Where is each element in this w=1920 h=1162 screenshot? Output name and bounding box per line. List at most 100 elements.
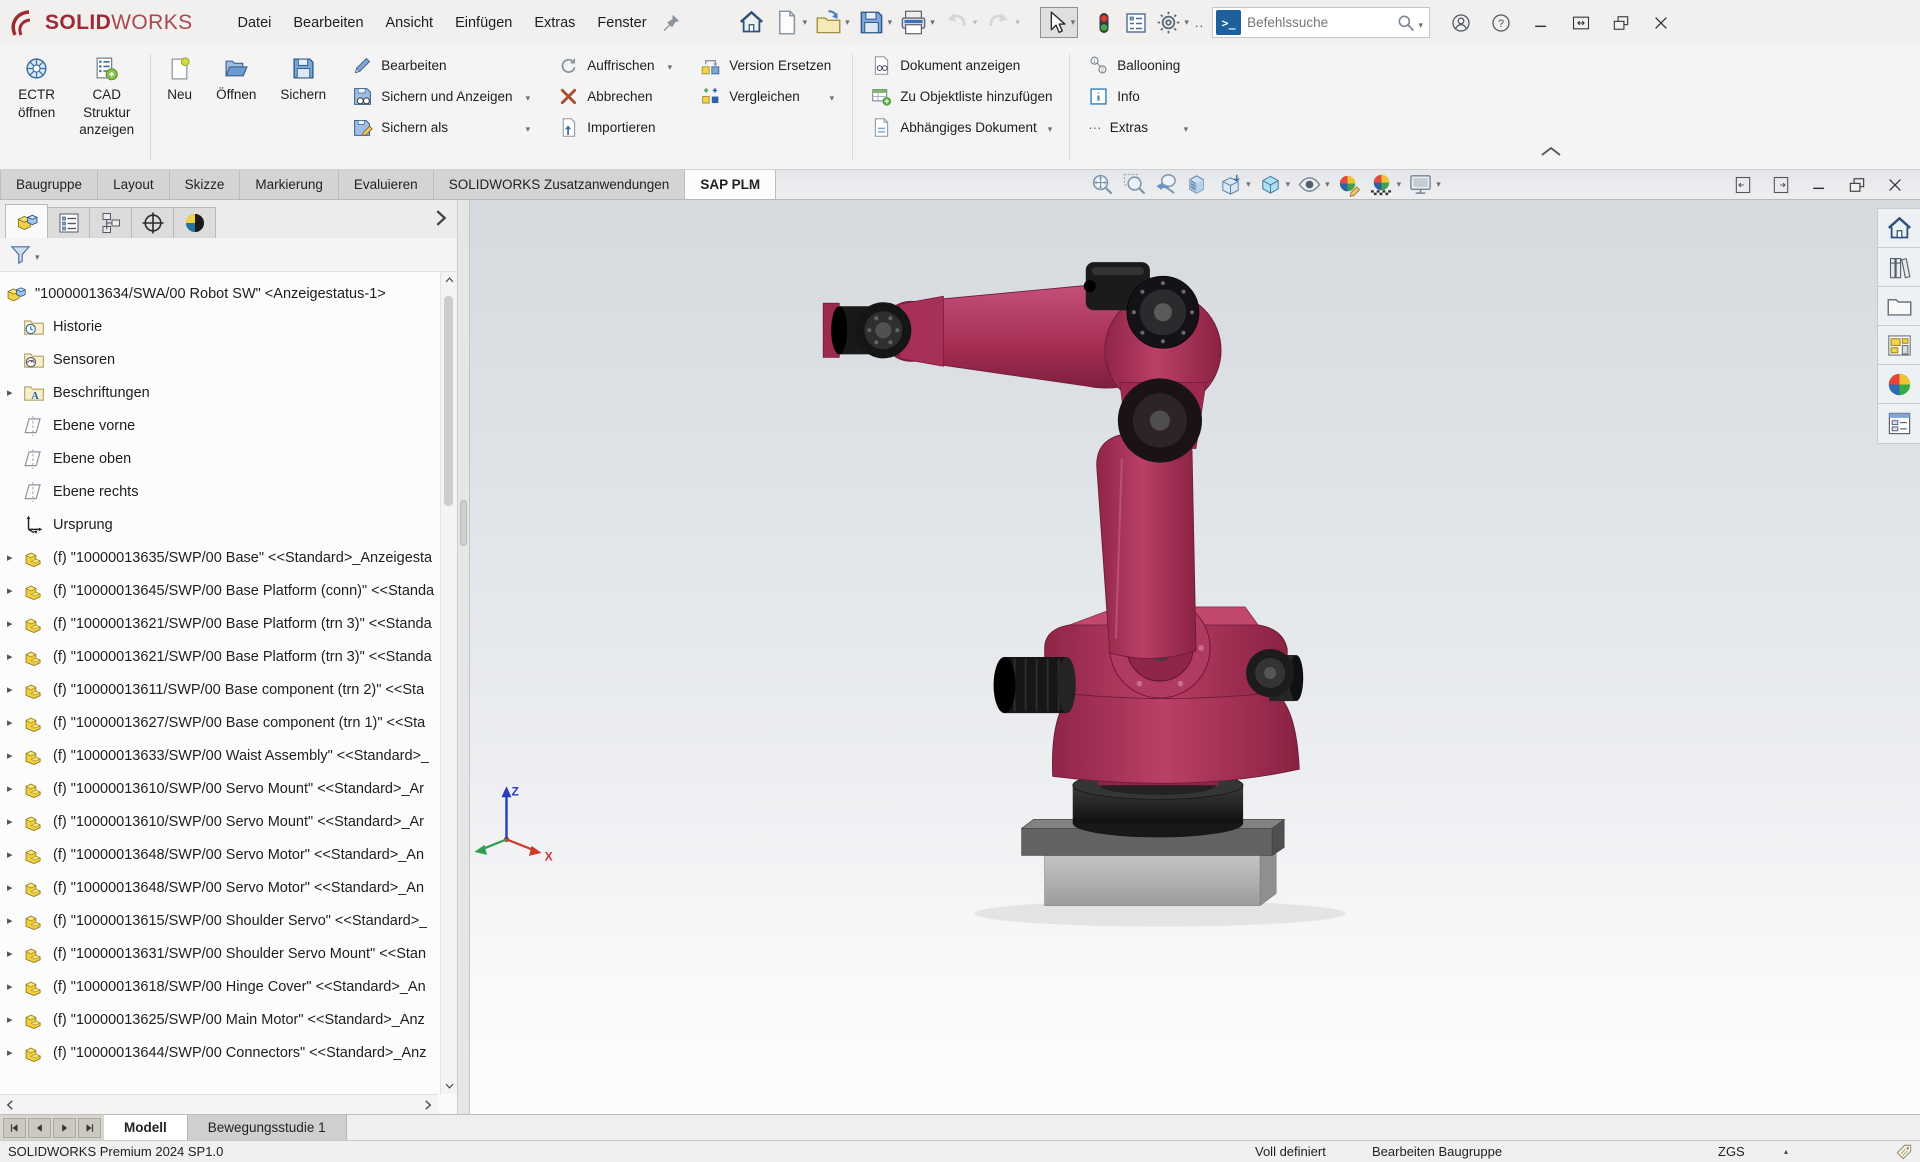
- document-tab[interactable]: Bewegungsstudie 1: [188, 1115, 347, 1140]
- hide-show-items-button[interactable]: [1295, 170, 1332, 199]
- search-options-caret[interactable]: [1416, 15, 1424, 31]
- extras-button[interactable]: ···Extras: [1080, 112, 1196, 143]
- design-library-button[interactable]: [1878, 248, 1920, 287]
- display-style-button[interactable]: [1256, 170, 1293, 199]
- collapse-right-pane-button[interactable]: [1770, 175, 1792, 195]
- open-button[interactable]: Öffnen: [204, 48, 268, 107]
- save-button[interactable]: [854, 4, 897, 41]
- doc-close-button[interactable]: [1884, 175, 1906, 195]
- commandmanager-tab[interactable]: SAP PLM: [685, 170, 776, 199]
- expand-arrow-icon[interactable]: [7, 848, 22, 861]
- view-palette-button[interactable]: [1878, 326, 1920, 365]
- commandmanager-tab[interactable]: Skizze: [170, 170, 241, 199]
- tree-item[interactable]: (f) "10000013610/SWP/00 Servo Mount" <<S…: [0, 772, 457, 805]
- menu-item[interactable]: Fenster: [586, 10, 657, 36]
- previous-view-button[interactable]: [1152, 170, 1181, 199]
- displaymanager-button[interactable]: [173, 207, 216, 238]
- commandmanager-tab[interactable]: Baugruppe: [0, 170, 98, 199]
- tree-item[interactable]: (f) "10000013615/SWP/00 Shoulder Servo" …: [0, 904, 457, 937]
- next-tab-button[interactable]: [53, 1118, 76, 1138]
- expand-arrow-icon[interactable]: [7, 1046, 22, 1059]
- scroll-down-icon[interactable]: [442, 1078, 457, 1094]
- search-icon[interactable]: [1396, 13, 1416, 33]
- tree-horizontal-scrollbar[interactable]: [0, 1094, 438, 1114]
- import-button[interactable]: Importieren: [550, 112, 680, 143]
- filter-caret[interactable]: [32, 247, 40, 263]
- minimize-button[interactable]: [1526, 8, 1556, 38]
- tree-item[interactable]: Ebene rechts: [0, 475, 457, 508]
- tree-item[interactable]: Ebene vorne: [0, 409, 457, 442]
- tag-icon[interactable]: [1894, 1143, 1914, 1161]
- propertymanager-button[interactable]: [47, 207, 90, 238]
- robot-model[interactable]: Z X Y: [470, 200, 1920, 1114]
- edit-button[interactable]: Bearbeiten: [344, 50, 538, 81]
- cancel-button[interactable]: Abbrechen: [550, 81, 680, 112]
- doc-restore-button[interactable]: [1846, 175, 1868, 195]
- menu-item[interactable]: Einfügen: [444, 10, 523, 36]
- expand-arrow-icon[interactable]: [7, 881, 22, 894]
- compare-caret[interactable]: [827, 89, 835, 104]
- tree-item[interactable]: (f) "10000013633/SWP/00 Waist Assembly" …: [0, 739, 457, 772]
- refresh-caret[interactable]: [665, 58, 673, 73]
- span-displays-button[interactable]: [1566, 8, 1596, 38]
- expand-arrow-icon[interactable]: [7, 815, 22, 828]
- save-show-caret[interactable]: [523, 89, 531, 104]
- menu-item[interactable]: Bearbeiten: [282, 10, 374, 36]
- dimxpert-button[interactable]: [131, 207, 174, 238]
- undo-button[interactable]: [939, 4, 982, 41]
- tree-item[interactable]: (f) "10000013648/SWP/00 Servo Motor" <<S…: [0, 871, 457, 904]
- expand-arrow-icon[interactable]: [7, 914, 22, 927]
- replace-version-button[interactable]: Version Ersetzen: [692, 50, 842, 81]
- doc-minimize-button[interactable]: [1808, 175, 1830, 195]
- commandmanager-tab[interactable]: Evaluieren: [339, 170, 434, 199]
- select-tool-button[interactable]: [1040, 7, 1079, 38]
- tree-item[interactable]: Ursprung: [0, 508, 457, 541]
- menu-item[interactable]: Extras: [523, 10, 586, 36]
- splitter-grip[interactable]: [460, 500, 467, 546]
- tree-item[interactable]: (f) "10000013635/SWP/00 Base" <<Standard…: [0, 541, 457, 574]
- tree-item[interactable]: (f) "10000013625/SWP/00 Main Motor" <<St…: [0, 1003, 457, 1036]
- view-settings-button[interactable]: [1406, 170, 1443, 199]
- expand-arrow-icon[interactable]: [7, 782, 22, 795]
- expand-arrow-icon[interactable]: [7, 683, 22, 696]
- scrollbar-thumb[interactable]: [444, 296, 453, 506]
- tree-item[interactable]: (f) "10000013611/SWP/00 Base component (…: [0, 673, 457, 706]
- ballooning-button[interactable]: 12Ballooning: [1080, 50, 1196, 81]
- expand-arrow-icon[interactable]: [7, 716, 22, 729]
- last-tab-button[interactable]: [78, 1118, 101, 1138]
- tree-item[interactable]: Ebene oben: [0, 442, 457, 475]
- refresh-button[interactable]: Auffrischen: [550, 50, 680, 81]
- section-view-button[interactable]: [1184, 170, 1213, 199]
- tree-item[interactable]: (f) "10000013627/SWP/00 Base component (…: [0, 706, 457, 739]
- tree-item[interactable]: (f) "10000013631/SWP/00 Shoulder Servo M…: [0, 937, 457, 970]
- info-button[interactable]: Info: [1080, 81, 1196, 112]
- expand-arrow-icon[interactable]: [7, 584, 22, 597]
- scroll-left-icon[interactable]: [1, 1096, 19, 1114]
- tree-item[interactable]: Sensoren: [0, 343, 457, 376]
- coordinate-system-label[interactable]: ZGS: [1718, 1141, 1745, 1162]
- coordinate-caret-icon[interactable]: [1784, 1141, 1788, 1162]
- previous-tab-button[interactable]: [28, 1118, 51, 1138]
- compare-button[interactable]: Vergleichen: [692, 81, 842, 112]
- tree-item[interactable]: (f) "10000013648/SWP/00 Servo Motor" <<S…: [0, 838, 457, 871]
- home-pane-button[interactable]: [1878, 209, 1920, 248]
- add-to-objectlist-button[interactable]: Zu Objektliste hinzufügen: [863, 81, 1059, 112]
- save-as-caret[interactable]: [523, 120, 531, 135]
- file-explorer-button[interactable]: [1878, 287, 1920, 326]
- dependent-document-button[interactable]: Abhängiges Dokument: [863, 112, 1059, 143]
- expand-arrow-icon[interactable]: [7, 749, 22, 762]
- view-orientation-button[interactable]: [1216, 170, 1253, 199]
- custom-properties-button[interactable]: [1878, 404, 1920, 443]
- menu-item[interactable]: Datei: [227, 10, 283, 36]
- featuremanager-button[interactable]: [5, 204, 48, 238]
- new-button[interactable]: Neu: [155, 48, 204, 107]
- toolbar-overflow[interactable]: ..: [1195, 15, 1204, 30]
- show-document-button[interactable]: Dokument anzeigen: [863, 50, 1059, 81]
- user-account-button[interactable]: [1446, 8, 1476, 38]
- tree-item[interactable]: (f) "10000013621/SWP/00 Base Platform (t…: [0, 640, 457, 673]
- tree-item[interactable]: (f) "10000013621/SWP/00 Base Platform (t…: [0, 607, 457, 640]
- search-input[interactable]: [1241, 15, 1395, 30]
- tree-item[interactable]: A Beschriftungen: [0, 376, 457, 409]
- scroll-up-icon[interactable]: [442, 272, 457, 288]
- graphics-viewport[interactable]: Z X Y: [470, 200, 1920, 1114]
